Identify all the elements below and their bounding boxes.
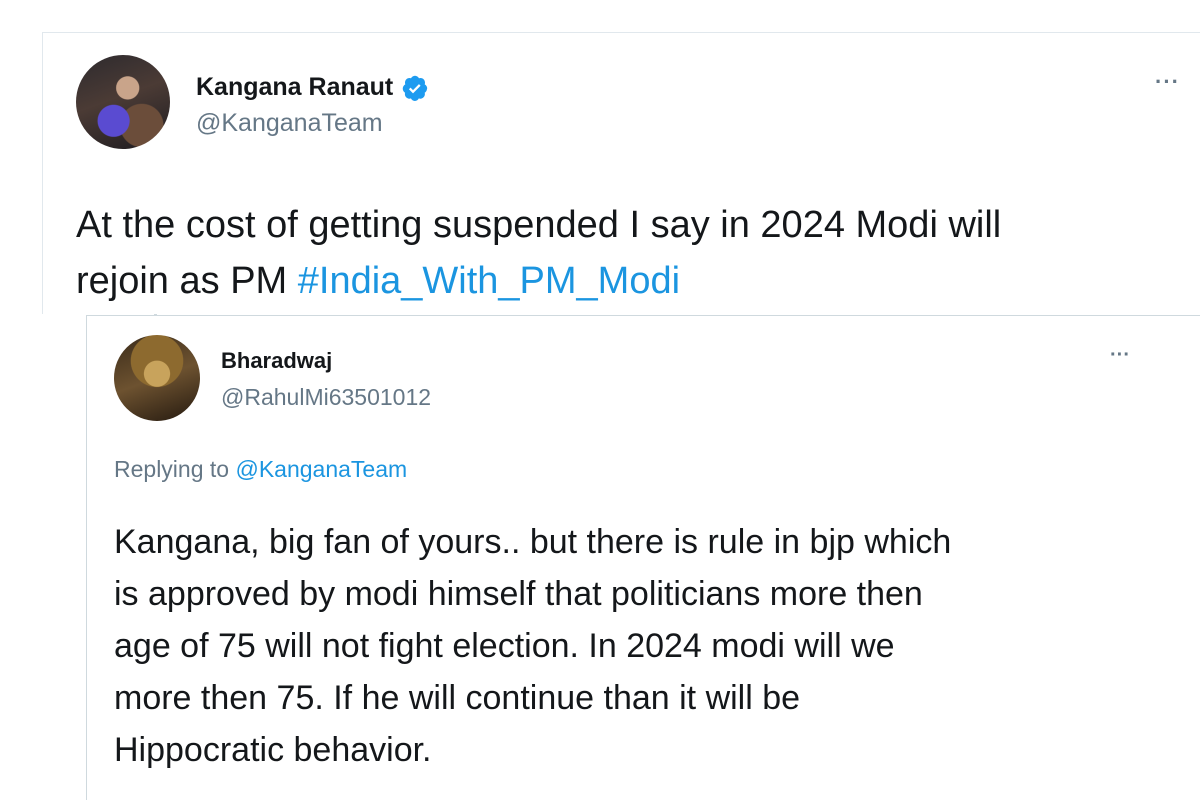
reply-author-handle[interactable]: @RahulMi63501012 bbox=[221, 384, 431, 411]
more-options-icon[interactable]: ··· bbox=[1110, 344, 1130, 367]
reply-text-line: more then 75. If he will continue than i… bbox=[114, 679, 801, 717]
original-tweet[interactable]: Kangana Ranaut @KanganaTeam ··· At the c… bbox=[42, 32, 1200, 314]
reply-text-line: age of 75 will not fight election. In 20… bbox=[114, 627, 895, 665]
avatar[interactable] bbox=[76, 55, 170, 149]
hashtag-link[interactable]: #India_With_PM_Modi bbox=[298, 260, 680, 302]
reply-author-display-name[interactable]: Bharadwaj bbox=[221, 348, 332, 374]
replying-to-mention-link[interactable]: @KanganaTeam bbox=[235, 456, 407, 482]
author-row: Kangana Ranaut bbox=[196, 73, 429, 102]
reply-text-line: is approved by modi himself that politic… bbox=[114, 575, 923, 613]
replying-to: Replying to @KanganaTeam bbox=[114, 456, 407, 483]
author-display-name[interactable]: Kangana Ranaut bbox=[196, 73, 393, 102]
replying-to-label: Replying to bbox=[114, 456, 236, 482]
avatar[interactable] bbox=[114, 335, 200, 421]
reply-text-line: Kangana, big fan of yours.. but there is… bbox=[114, 523, 952, 561]
screenshot-stage: Kangana Ranaut @KanganaTeam ··· At the c… bbox=[0, 0, 1200, 800]
more-options-icon[interactable]: ··· bbox=[1155, 69, 1180, 95]
reply-text-line: Hippocratic behavior. bbox=[114, 731, 432, 769]
verified-badge-icon bbox=[403, 75, 428, 101]
reply-text: Kangana, big fan of yours.. but there is… bbox=[114, 516, 1174, 776]
tweet-text-line-2: rejoin as PM bbox=[76, 260, 298, 302]
reply-tweet[interactable]: Bharadwaj @RahulMi63501012 ··· Replying … bbox=[86, 315, 1200, 800]
tweet-text: At the cost of getting suspended I say i… bbox=[76, 204, 1196, 309]
tweet-text-line-1: At the cost of getting suspended I say i… bbox=[76, 204, 1002, 246]
author-handle[interactable]: @KanganaTeam bbox=[196, 109, 383, 138]
